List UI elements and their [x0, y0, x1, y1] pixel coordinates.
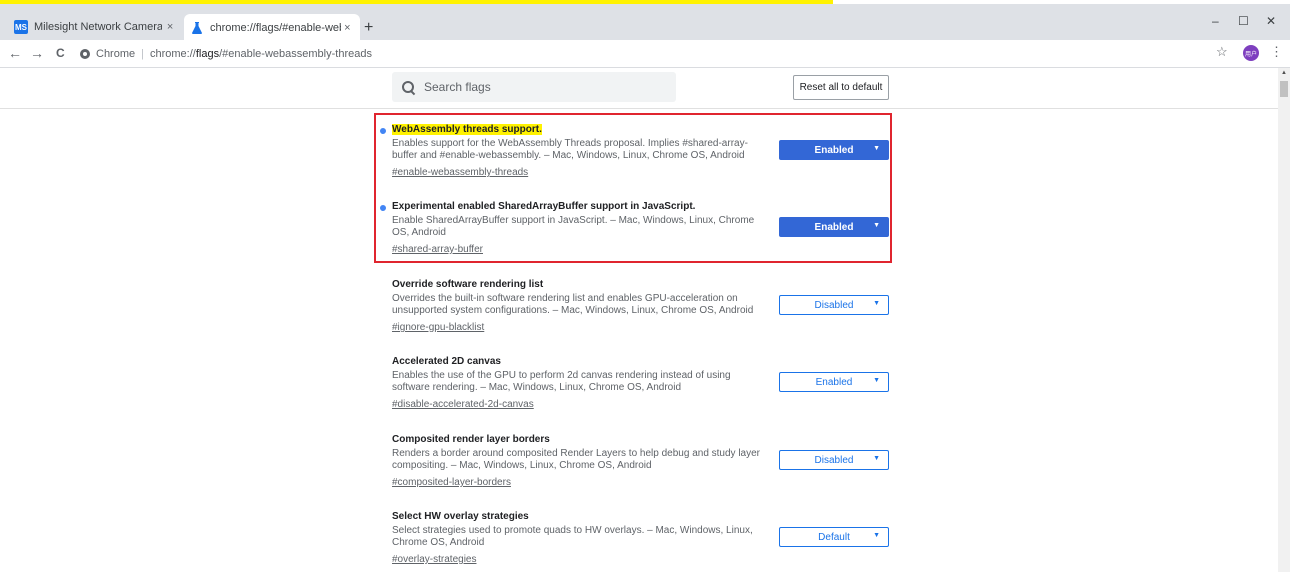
chevron-down-icon: ▼	[873, 532, 880, 539]
reload-button[interactable]: C	[56, 46, 65, 60]
experiment-select[interactable]: Default ▼	[779, 527, 889, 547]
forward-button[interactable]: →	[30, 45, 44, 61]
chevron-down-icon: ▼	[873, 300, 880, 307]
chevron-down-icon: ▼	[873, 455, 880, 462]
close-icon[interactable]: ×	[162, 21, 178, 33]
search-placeholder: Search flags	[424, 80, 491, 94]
milesight-favicon-icon: MS	[14, 20, 28, 34]
scroll-thumb[interactable]	[1280, 81, 1288, 97]
tab-strip: MS Milesight Network Camera × chrome://f…	[0, 4, 1290, 42]
flags-header: Search flags Reset all to default	[0, 68, 1278, 109]
experiment-link[interactable]: #disable-accelerated-2d-canvas	[392, 399, 534, 410]
experiment-link[interactable]: #ignore-gpu-blacklist	[392, 322, 484, 333]
select-value: Disabled	[814, 299, 854, 311]
select-value: Enabled	[815, 376, 853, 388]
tab-title: Milesight Network Camera	[34, 21, 163, 33]
scroll-up-arrow-icon[interactable]: ▲	[1281, 70, 1287, 76]
experiment-description: Enables the use of the GPU to perform 2d…	[392, 370, 731, 393]
omnibox-label: Chrome	[96, 48, 136, 60]
experiment-description: Renders a border around composited Rende…	[392, 448, 761, 471]
experiment-title: Select HW overlay strategies	[392, 511, 529, 522]
experiment-description: Overrides the built-in software renderin…	[392, 293, 754, 316]
url-prefix: chrome://	[149, 48, 196, 60]
experiment-composited-layer-borders: Composited render layer borders Renders …	[380, 434, 890, 494]
back-button[interactable]: ←	[8, 45, 22, 61]
close-window-button[interactable]: ✕	[1266, 14, 1276, 28]
experiment-select[interactable]: Disabled ▼	[779, 450, 889, 470]
experiment-accelerated-2d-canvas: Accelerated 2D canvas Enables the use of…	[380, 356, 890, 416]
experiment-ignore-gpu-blacklist: Override software rendering list Overrid…	[380, 279, 890, 339]
chrome-icon	[80, 49, 90, 59]
reset-all-button[interactable]: Reset all to default	[793, 75, 889, 100]
close-icon[interactable]: ×	[341, 22, 354, 34]
minimize-button[interactable]: –	[1212, 14, 1219, 28]
address-bar[interactable]: Chrome | chrome:// flags /#enable-webass…	[80, 43, 1210, 65]
new-tab-button[interactable]: +	[364, 19, 373, 37]
tab-title: chrome://flags/#enable-webasse	[210, 22, 341, 34]
tab-milesight[interactable]: MS Milesight Network Camera ×	[8, 14, 184, 40]
experiment-select[interactable]: Disabled ▼	[779, 295, 889, 315]
experiment-link[interactable]: #composited-layer-borders	[392, 477, 511, 488]
omnibox-separator: |	[141, 48, 144, 60]
bookmark-star-icon[interactable]: ☆	[1216, 44, 1228, 60]
flask-icon	[192, 22, 202, 34]
scrollbar[interactable]: ▲	[1278, 68, 1290, 572]
experiment-title: Accelerated 2D canvas	[392, 356, 501, 367]
url-host: flags	[195, 48, 220, 60]
experiment-title: Composited render layer borders	[392, 434, 550, 445]
experiment-description: Select strategies used to promote quads …	[392, 525, 753, 548]
annotation-box	[374, 113, 892, 263]
experiment-title: Override software rendering list	[392, 279, 544, 290]
experiment-select[interactable]: Enabled ▼	[779, 372, 889, 392]
experiment-overlay-strategies: Select HW overlay strategies Select stra…	[380, 511, 890, 571]
browser-toolbar: ← → C Chrome | chrome:// flags /#enable-…	[0, 40, 1290, 68]
maximize-button[interactable]: ☐	[1238, 14, 1249, 28]
avatar[interactable]: 用户	[1243, 45, 1259, 61]
chevron-down-icon: ▼	[873, 377, 880, 384]
tab-flags[interactable]: chrome://flags/#enable-webasse ×	[184, 14, 360, 42]
url-suffix: /#enable-webassembly-threads	[219, 48, 372, 60]
search-input[interactable]: Search flags	[392, 72, 676, 102]
experiment-link[interactable]: #overlay-strategies	[392, 554, 476, 565]
select-value: Default	[818, 531, 850, 543]
menu-icon[interactable]: ⋮	[1270, 44, 1283, 60]
search-icon	[402, 81, 414, 93]
select-value: Disabled	[814, 454, 854, 466]
